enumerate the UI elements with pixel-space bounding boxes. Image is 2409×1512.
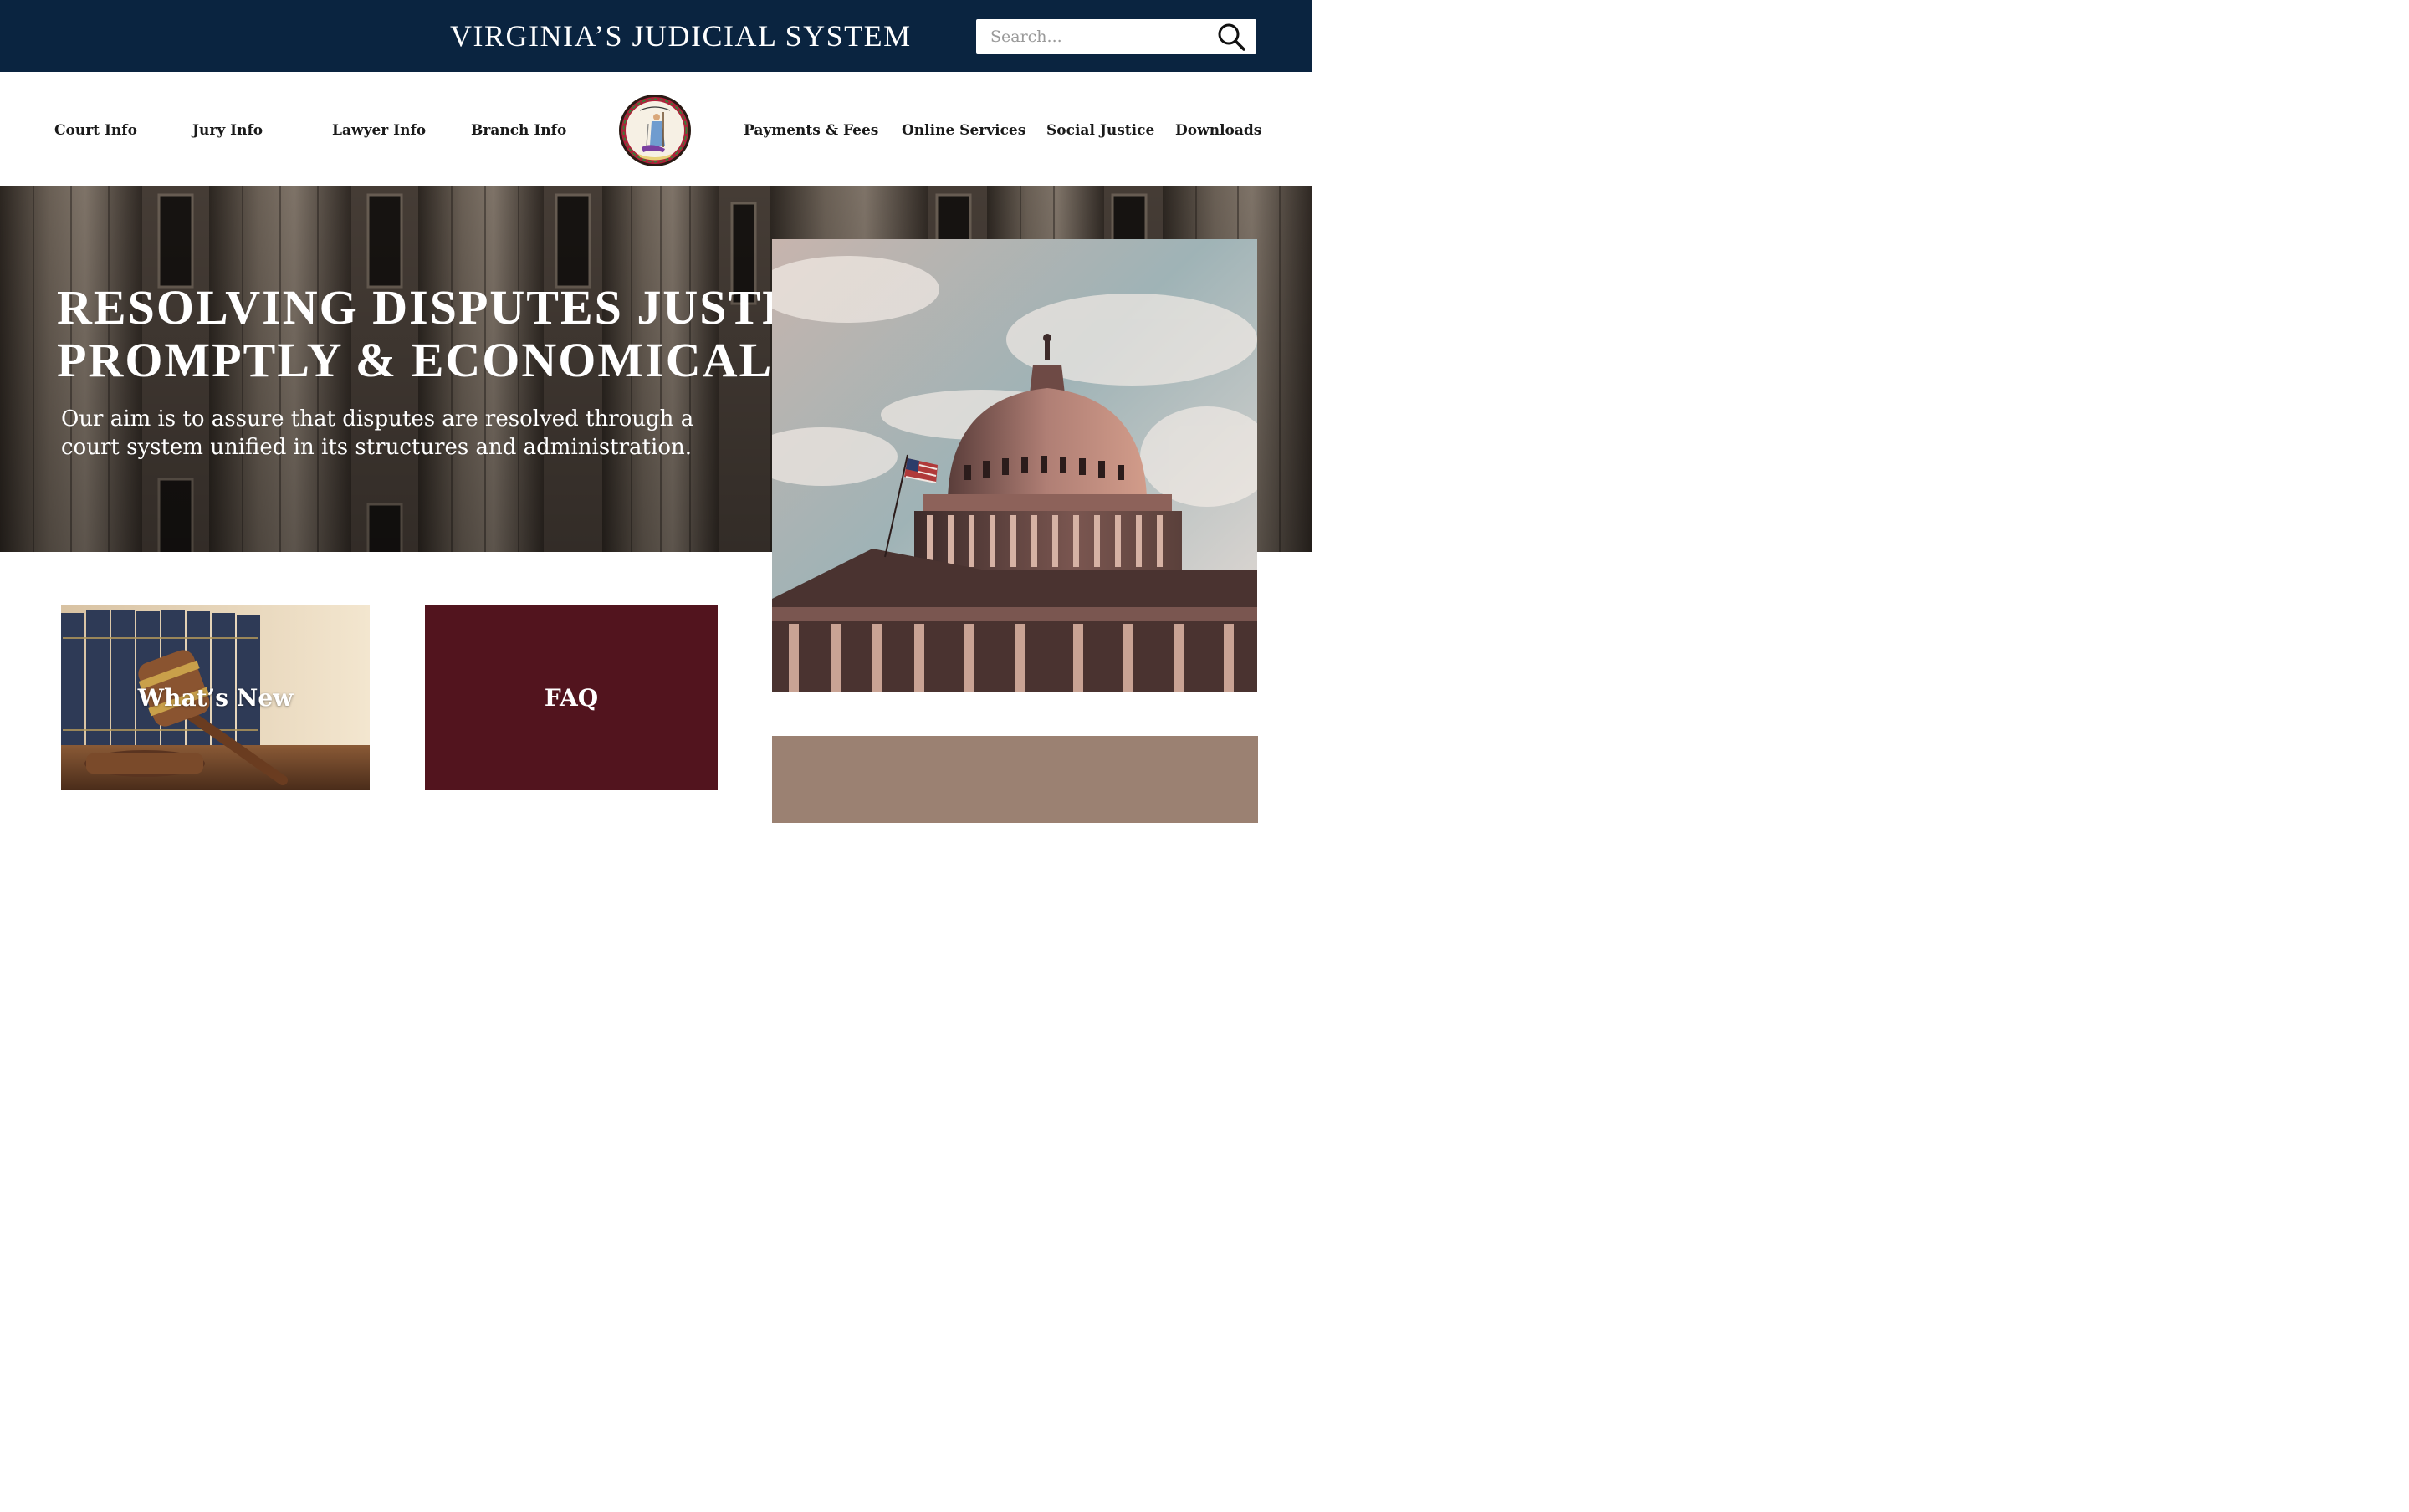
capitol-building-image: [772, 239, 1257, 692]
nav-item-jury-info[interactable]: Jury Info: [192, 122, 263, 139]
tan-content-block: [772, 736, 1258, 823]
hero-heading-line-1: RESOLVING DISPUTES JUSTLY,: [57, 280, 838, 335]
main-nav: Court Info Jury Info Lawyer Info Branch …: [0, 72, 1312, 186]
search-box[interactable]: [976, 19, 1256, 54]
virginia-state-seal-icon[interactable]: [618, 94, 692, 167]
whats-new-card[interactable]: What’s New: [61, 605, 370, 790]
faq-label[interactable]: FAQ: [425, 605, 718, 790]
nav-item-court-info[interactable]: Court Info: [54, 122, 137, 139]
nav-item-downloads[interactable]: Downloads: [1175, 122, 1261, 139]
nav-item-branch-info[interactable]: Branch Info: [471, 122, 566, 139]
nav-item-lawyer-info[interactable]: Lawyer Info: [332, 122, 426, 139]
whats-new-label[interactable]: What’s New: [61, 605, 370, 790]
faq-card[interactable]: FAQ: [425, 605, 718, 790]
nav-item-social-justice[interactable]: Social Justice: [1046, 122, 1154, 139]
hero-subtext: Our aim is to assure that disputes are r…: [61, 406, 694, 460]
site-title[interactable]: VIRGINIA’S JUDICIAL SYSTEM: [450, 18, 912, 54]
hero-heading-line-2: PROMPTLY & ECONOMICALLY.: [57, 333, 849, 387]
nav-item-payments-fees[interactable]: Payments & Fees: [744, 122, 878, 139]
search-icon[interactable]: [1216, 22, 1246, 52]
nav-item-online-services[interactable]: Online Services: [902, 122, 1025, 139]
search-input[interactable]: [976, 19, 1210, 54]
top-header: VIRGINIA’S JUDICIAL SYSTEM: [0, 0, 1312, 72]
hero-heading: RESOLVING DISPUTES JUSTLY, PROMPTLY & EC…: [57, 280, 849, 387]
